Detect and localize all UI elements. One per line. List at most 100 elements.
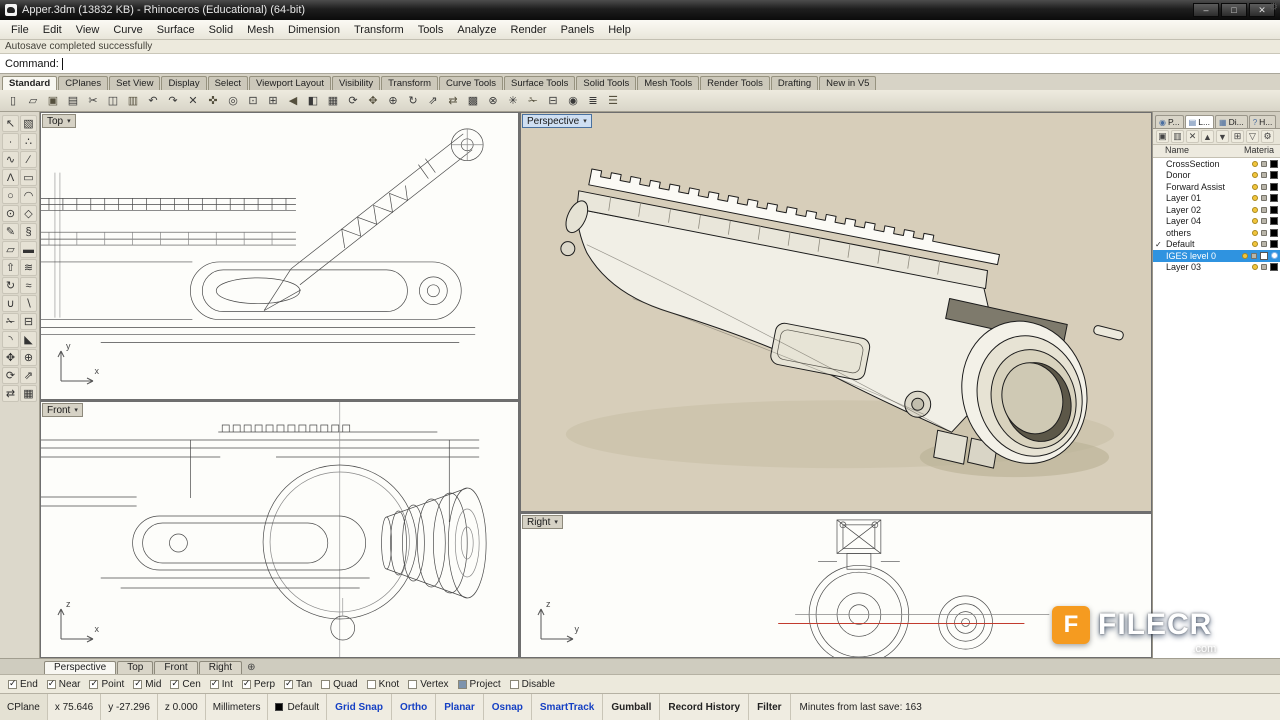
helix-icon[interactable]: §: [20, 223, 37, 240]
menu-item[interactable]: Mesh: [240, 22, 281, 38]
layer-lock-icon[interactable]: [1261, 264, 1267, 270]
top-viewport-title[interactable]: Top ▾: [42, 114, 76, 128]
viewport-menu-arrow-icon[interactable]: ▾: [67, 117, 71, 125]
osnap-toggle[interactable]: Tan: [284, 679, 312, 690]
osnap-toggle[interactable]: Int: [210, 679, 233, 690]
cut-icon[interactable]: ✂: [84, 92, 102, 110]
split-icon[interactable]: ⊟: [544, 92, 562, 110]
osnap-checkbox[interactable]: [458, 680, 467, 689]
top-viewport[interactable]: Top ▾ y x: [40, 112, 519, 400]
layer-visibility-bulb-icon[interactable]: [1252, 241, 1258, 247]
osnap-toggle[interactable]: End: [8, 679, 38, 690]
layer-color-swatch[interactable]: [1270, 194, 1278, 202]
layer-lock-icon[interactable]: [1261, 241, 1267, 247]
osnap-toggle[interactable]: Mid: [133, 679, 161, 690]
scale-icon[interactable]: ⇗: [20, 367, 37, 384]
layer-color-swatch[interactable]: [1270, 183, 1278, 191]
join-icon[interactable]: ⊗: [484, 92, 502, 110]
undo-view-icon[interactable]: ◀: [284, 92, 302, 110]
undo-icon[interactable]: ↶: [144, 92, 162, 110]
panel-tab-properties[interactable]: ◉ P...: [1155, 115, 1184, 128]
wireframe-view-icon[interactable]: ▦: [324, 92, 342, 110]
save-icon[interactable]: ▣: [44, 92, 62, 110]
status-toggle-pane[interactable]: Ortho: [392, 694, 436, 720]
layer-visibility-bulb-icon[interactable]: [1252, 264, 1258, 270]
layer-visibility-bulb-icon[interactable]: [1252, 172, 1258, 178]
layer-row[interactable]: Layer 02: [1153, 204, 1280, 216]
osnap-checkbox[interactable]: [242, 680, 251, 689]
new-sublayer-icon[interactable]: ▥: [1171, 130, 1184, 143]
status-toggle-pane[interactable]: Grid Snap: [327, 694, 392, 720]
menu-item[interactable]: Render: [504, 22, 554, 38]
copy-icon[interactable]: ◫: [104, 92, 122, 110]
layer-row[interactable]: Layer 03: [1153, 262, 1280, 274]
layer-color-swatch[interactable]: [1270, 240, 1278, 248]
zoom-extents-icon[interactable]: ⊞: [264, 92, 282, 110]
layer-visibility-bulb-icon[interactable]: [1252, 161, 1258, 167]
minimize-button[interactable]: –: [1193, 3, 1219, 17]
maximize-button[interactable]: □: [1221, 3, 1247, 17]
layer-row[interactable]: Layer 04: [1153, 216, 1280, 228]
status-toggle-pane[interactable]: Filter: [749, 694, 790, 720]
osnap-checkbox[interactable]: [47, 680, 56, 689]
extrude-icon[interactable]: ⇧: [2, 259, 19, 276]
array-icon[interactable]: ▩: [464, 92, 482, 110]
front-viewport-title[interactable]: Front ▾: [42, 403, 83, 417]
status-toggle-pane[interactable]: Planar: [436, 694, 484, 720]
layer-lock-icon[interactable]: [1261, 172, 1267, 178]
menu-item[interactable]: View: [69, 22, 107, 38]
toolbar-tab[interactable]: Solid Tools: [576, 76, 636, 90]
expand-all-icon[interactable]: ⊞: [1231, 130, 1244, 143]
toolbar-tab[interactable]: CPlanes: [58, 76, 108, 90]
front-viewport[interactable]: Front ▾ z x: [40, 401, 519, 658]
toolbar-tab[interactable]: Transform: [381, 76, 438, 90]
osnap-checkbox[interactable]: [284, 680, 293, 689]
menu-item[interactable]: Solid: [202, 22, 240, 38]
osnap-toggle[interactable]: Vertex: [408, 679, 448, 690]
select-icon[interactable]: ↖: [2, 115, 19, 132]
trim-icon[interactable]: ✁: [2, 313, 19, 330]
osnap-toggle[interactable]: Project: [458, 679, 501, 690]
layer-lock-icon[interactable]: [1251, 253, 1257, 259]
copy-object-icon[interactable]: ⊕: [384, 92, 402, 110]
menu-item[interactable]: Tools: [411, 22, 451, 38]
panel-tab-layers[interactable]: ▤ L...: [1185, 115, 1214, 128]
layer-color-swatch[interactable]: [1270, 217, 1278, 225]
menu-item[interactable]: Surface: [150, 22, 202, 38]
properties-icon[interactable]: ☰: [604, 92, 622, 110]
panel-settings-icon[interactable]: ⚙: [1269, 2, 1278, 13]
layer-color-swatch[interactable]: [1270, 171, 1278, 179]
layer-color-swatch[interactable]: [1270, 206, 1278, 214]
chamfer-icon[interactable]: ◣: [20, 331, 37, 348]
point-cloud-icon[interactable]: ∴: [20, 133, 37, 150]
move-icon[interactable]: ✥: [364, 92, 382, 110]
curve-icon[interactable]: ∿: [2, 151, 19, 168]
toolbar-tab[interactable]: Drafting: [771, 76, 818, 90]
osnap-toggle[interactable]: Near: [47, 679, 81, 690]
layer-lock-icon[interactable]: [1261, 230, 1267, 236]
toolbar-tab[interactable]: Set View: [109, 76, 160, 90]
osnap-checkbox[interactable]: [408, 680, 417, 689]
osnap-toggle[interactable]: Perp: [242, 679, 275, 690]
viewport-menu-arrow-icon[interactable]: ▾: [74, 406, 78, 414]
menu-item[interactable]: Curve: [106, 22, 149, 38]
toolbar-tab[interactable]: Render Tools: [700, 76, 770, 90]
rotate-icon[interactable]: ↻: [404, 92, 422, 110]
lasso-select-icon[interactable]: ▧: [20, 115, 37, 132]
layer-color-swatch[interactable]: [1270, 229, 1278, 237]
layer-visibility-bulb-icon[interactable]: [1242, 253, 1248, 259]
paste-icon[interactable]: ▥: [124, 92, 142, 110]
split-icon[interactable]: ⊟: [20, 313, 37, 330]
freeform-icon[interactable]: ✎: [2, 223, 19, 240]
toolbar-tab[interactable]: Select: [208, 76, 248, 90]
layer-row[interactable]: Forward Assist: [1153, 181, 1280, 193]
layer-color-swatch[interactable]: [1270, 160, 1278, 168]
rectangle-icon[interactable]: ▭: [20, 169, 37, 186]
command-line[interactable]: Command:: [0, 54, 1280, 74]
toolbar-tab[interactable]: Display: [161, 76, 206, 90]
toolbar-tab[interactable]: Surface Tools: [504, 76, 575, 90]
boolean-union-icon[interactable]: ∪: [2, 295, 19, 312]
arc-icon[interactable]: ◠: [20, 187, 37, 204]
fillet-icon[interactable]: ◝: [2, 331, 19, 348]
plane-icon[interactable]: ▬: [20, 241, 37, 258]
